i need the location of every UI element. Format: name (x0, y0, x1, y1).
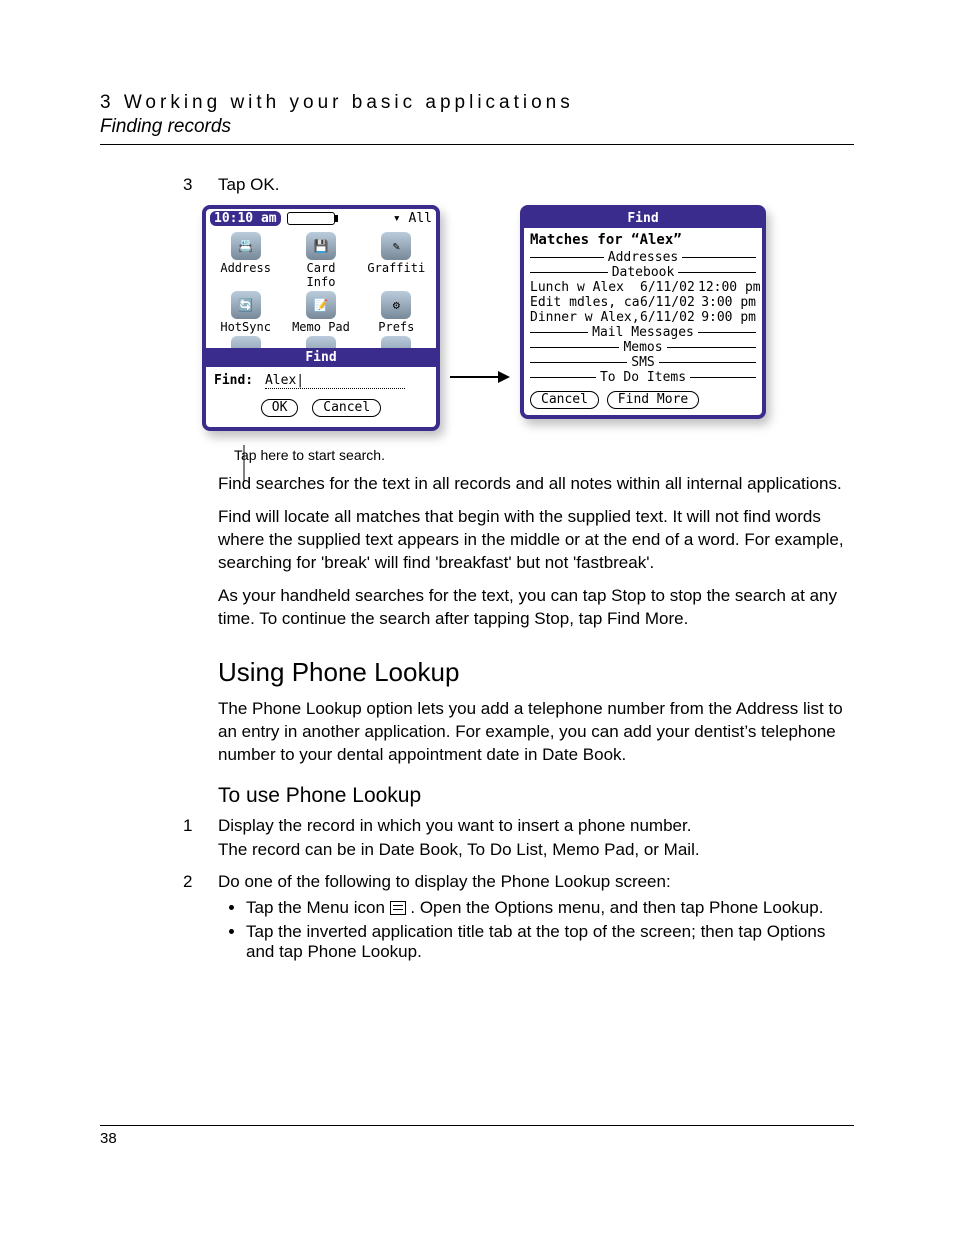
clock-chip[interactable]: 10:10 am (210, 211, 281, 226)
palm-find-results-screen: Find Matches for “Alex” Addresses Datebo… (520, 205, 766, 419)
battery-icon (287, 212, 335, 225)
result-row[interactable]: Lunch w Alex 6/11/02 12:00 pm (524, 280, 762, 295)
category-dropdown[interactable]: ▾ All (393, 211, 432, 226)
palm-launcher-screen: 10:10 am ▾ All 📇 Address 💾 Card Info (202, 205, 440, 431)
find-titlebar: Find (524, 209, 762, 228)
result-row[interactable]: Dinner w Alex, … 6/11/02 9:00 pm (524, 310, 762, 325)
cancel-button[interactable]: Cancel (530, 391, 599, 409)
body-text: Find will locate all matches that begin … (218, 506, 854, 575)
cardinfo-icon: 💾 (306, 232, 336, 260)
app-label: HotSync (214, 320, 278, 334)
arrow-icon (450, 367, 510, 387)
ok-button[interactable]: OK (261, 399, 299, 417)
category-memos: Memos (524, 340, 762, 355)
category-sms: SMS (524, 355, 762, 370)
figure-row: 10:10 am ▾ All 📇 Address 💾 Card Info (202, 205, 854, 463)
result-title: Edit mdles, call … (530, 295, 640, 310)
body-text: The Phone Lookup option lets you add a t… (218, 698, 854, 767)
step-number: 1 (183, 816, 192, 836)
step-number: 2 (183, 872, 192, 892)
app-graffiti[interactable]: ✎ Graffiti (364, 232, 428, 289)
body-text: As your handheld searches for the text, … (218, 585, 854, 631)
graffiti-icon: ✎ (381, 232, 411, 260)
result-time: 3:00 pm (698, 295, 756, 310)
memopad-icon: 📝 (306, 291, 336, 319)
partial-icon (231, 336, 261, 348)
hotsync-icon: 🔄 (231, 291, 261, 319)
result-date: 6/11/02 (640, 280, 698, 295)
subsection-heading: To use Phone Lookup (218, 784, 854, 808)
app-address[interactable]: 📇 Address (214, 232, 278, 289)
category-addresses: Addresses (524, 250, 762, 265)
chapter-title: 3 Working with your basic applications (100, 92, 854, 114)
app-prefs[interactable]: ⚙ Prefs (364, 291, 428, 334)
matches-header: Matches for “Alex” (524, 228, 762, 250)
step-number: 3 (183, 175, 192, 195)
find-input[interactable]: Alex| (265, 373, 405, 389)
category-mail: Mail Messages (524, 325, 762, 340)
header-rule (100, 144, 854, 145)
bullet-item: Tap the inverted application title tab a… (246, 922, 854, 962)
app-label: Address (214, 261, 278, 275)
section-title: Finding records (100, 116, 854, 138)
find-more-button[interactable]: Find More (607, 391, 699, 409)
page-number: 38 (100, 1130, 117, 1147)
flow-arrow (450, 367, 510, 392)
app-label: Graffiti (364, 261, 428, 275)
result-row[interactable]: Edit mdles, call … 6/11/02 3:00 pm (524, 295, 762, 310)
app-hotsync[interactable]: 🔄 HotSync (214, 291, 278, 334)
bullet-text: . Open the Options menu, and then tap Ph… (410, 898, 823, 917)
prefs-icon: ⚙ (381, 291, 411, 319)
result-time: 9:00 pm (698, 310, 756, 325)
step-text: Do one of the following to display the P… (218, 872, 671, 891)
app-memopad[interactable]: 📝 Memo Pad (289, 291, 353, 334)
find-titlebar: Find (206, 348, 436, 367)
callout-leader (202, 463, 442, 493)
find-label: Find: (214, 373, 253, 388)
result-date: 6/11/02 (640, 310, 698, 325)
result-title: Lunch w Alex (530, 280, 640, 295)
partial-icon (306, 336, 336, 348)
section-heading: Using Phone Lookup (218, 657, 854, 688)
step-text: Tap OK. (218, 175, 279, 194)
cancel-button[interactable]: Cancel (312, 399, 381, 417)
app-label: Memo Pad (289, 320, 353, 334)
category-datebook: Datebook (524, 265, 762, 280)
partial-icon (381, 336, 411, 348)
menu-icon (390, 901, 406, 915)
address-icon: 📇 (231, 232, 261, 260)
bullet-text: Tap the Menu icon (246, 898, 390, 917)
bullet-item: Tap the Menu icon . Open the Options men… (246, 898, 854, 918)
result-date: 6/11/02 (640, 295, 698, 310)
callout-text: Tap here to start search. (234, 447, 440, 463)
result-time: 12:00 pm (698, 280, 756, 295)
app-cardinfo[interactable]: 💾 Card Info (289, 232, 353, 289)
step-subtext: The record can be in Date Book, To Do Li… (218, 840, 854, 860)
step-text: Display the record in which you want to … (218, 816, 691, 835)
category-todo: To Do Items (524, 370, 762, 385)
result-title: Dinner w Alex, … (530, 310, 640, 325)
app-label: Prefs (364, 320, 428, 334)
app-label: Card Info (289, 261, 353, 289)
